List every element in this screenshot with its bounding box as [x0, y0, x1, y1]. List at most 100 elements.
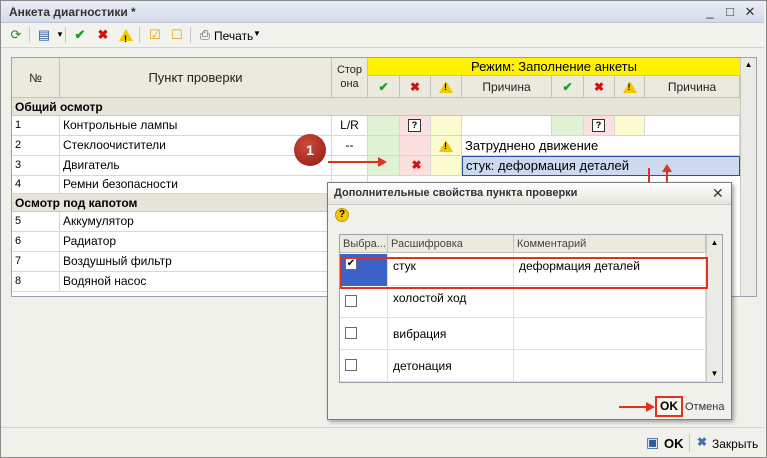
close-icon[interactable]: ✖ — [697, 435, 707, 449]
row-item[interactable]: Водяной насос — [60, 272, 328, 292]
selected-cell[interactable] — [340, 350, 388, 382]
cross-all-icon[interactable]: ✖ — [94, 26, 112, 44]
column-header-comment[interactable]: Комментарий — [514, 235, 706, 253]
fail-cell[interactable]: ✖ — [400, 156, 431, 176]
row-item[interactable]: Контрольные лампы — [60, 116, 332, 136]
warning-icon: ! — [622, 81, 637, 93]
column-header-side[interactable]: Стор она — [332, 58, 368, 98]
mode-header: Режим: Заполнение анкеты — [368, 58, 740, 76]
row-side[interactable]: -- — [332, 136, 368, 156]
column-header-selected[interactable]: Выбра... — [340, 235, 388, 253]
checkbox-empty-icon[interactable]: ☐ — [168, 26, 186, 44]
column-header-decode[interactable]: Расшифровка — [388, 235, 514, 253]
ok-cell[interactable] — [368, 136, 400, 156]
refresh-icon[interactable]: ⟳ — [7, 26, 25, 44]
scroll-up-icon[interactable]: ▲ — [707, 235, 722, 251]
dialog-close-icon[interactable]: ✕ — [712, 185, 724, 202]
footer-separator — [689, 434, 690, 452]
reason-cell[interactable] — [462, 116, 552, 136]
arrow-head-icon — [378, 157, 387, 167]
column-header-number[interactable]: № — [12, 58, 60, 98]
fail-cell-2[interactable]: ? — [584, 116, 615, 136]
arrow-head-icon — [646, 402, 655, 412]
callout-arrow — [328, 161, 378, 163]
warning-icon: ! — [439, 140, 453, 152]
list-scrollbar[interactable]: ▲ ▼ — [706, 235, 722, 382]
row-side[interactable]: L/R — [332, 116, 368, 136]
warning-all-icon[interactable]: ! — [117, 26, 135, 44]
list-item[interactable]: детонация — [340, 350, 706, 382]
save-icon[interactable]: ▣ — [646, 434, 659, 451]
footer-ok-button[interactable]: OK — [664, 436, 684, 451]
check-all-icon[interactable]: ✔ — [71, 26, 89, 44]
reason-cell[interactable]: Затруднено движение — [462, 136, 740, 156]
column-header-item[interactable]: Пункт проверки — [60, 58, 332, 98]
footer-close-button[interactable]: Закрыть — [712, 437, 758, 451]
dialog-cancel-button[interactable]: Отмена — [685, 401, 724, 413]
toolbar-separator — [29, 27, 30, 43]
row-item[interactable]: Стеклоочистители — [60, 136, 332, 156]
fail-cell[interactable] — [400, 136, 431, 156]
printer-icon[interactable]: ⎙ — [196, 26, 214, 44]
list-item[interactable]: вибрация — [340, 318, 706, 350]
dialog-title: Дополнительные свойства пункта проверки — [334, 187, 578, 199]
comment-cell[interactable] — [514, 318, 706, 350]
checkbox[interactable] — [345, 327, 357, 339]
decode-cell[interactable]: холостой ход — [388, 286, 514, 318]
fail-cell[interactable]: ? — [400, 116, 431, 136]
maximize-button[interactable]: □ — [721, 4, 739, 20]
warn-cell[interactable]: ! — [431, 136, 462, 156]
list-item[interactable]: холостой ход — [340, 286, 706, 318]
table-scrollbar[interactable]: ▲ — [740, 58, 756, 296]
row-item[interactable]: Аккумулятор — [60, 212, 328, 232]
question-icon: ? — [592, 119, 605, 132]
scroll-up-icon[interactable]: ▲ — [741, 58, 756, 72]
warn-cell-2[interactable] — [615, 116, 645, 136]
callout-badge: 1 — [294, 134, 326, 166]
group-row-engine-bay[interactable]: Осмотр под капотом — [12, 194, 332, 212]
minimize-button[interactable]: _ — [701, 4, 719, 20]
selected-cell[interactable] — [340, 286, 388, 318]
warn-cell[interactable] — [431, 156, 462, 176]
question-icon: ? — [408, 119, 421, 132]
help-icon[interactable]: ? — [335, 208, 349, 222]
ok-cell-2[interactable] — [552, 116, 584, 136]
row-number: 1 — [12, 116, 60, 136]
comment-cell[interactable] — [514, 286, 706, 318]
bottom-bar: ▣ OK ✖ Закрыть — [1, 427, 764, 457]
checkbox[interactable] — [345, 295, 357, 307]
properties-dialog: Дополнительные свойства пункта проверки … — [327, 182, 732, 420]
cross-icon: ✖ — [593, 80, 605, 94]
decode-cell[interactable]: детонация — [388, 350, 514, 382]
checkbox[interactable] — [345, 359, 357, 371]
row-item[interactable]: Радиатор — [60, 232, 328, 252]
reason-cell-selected[interactable]: стук: деформация деталей — [462, 156, 740, 176]
chevron-down-icon[interactable]: ▼ — [51, 26, 69, 44]
row-item[interactable]: Воздушный фильтр — [60, 252, 328, 272]
row-number: 6 — [12, 232, 60, 252]
decode-cell[interactable]: вибрация — [388, 318, 514, 350]
warn-cell[interactable] — [431, 116, 462, 136]
reason-cell-2[interactable] — [645, 116, 740, 136]
comment-cell[interactable] — [514, 350, 706, 382]
close-window-button[interactable]: ✕ — [741, 4, 759, 20]
selected-cell[interactable] — [340, 318, 388, 350]
scroll-down-icon[interactable]: ▼ — [707, 366, 722, 382]
ok-cell[interactable] — [368, 116, 400, 136]
row-number: 7 — [12, 252, 60, 272]
reason-column-header[interactable]: Причина — [462, 76, 552, 98]
reason-column-header-2[interactable]: Причина — [645, 76, 740, 98]
cross-icon: ✖ — [411, 158, 422, 172]
group-row-general[interactable]: Общий осмотр — [12, 98, 740, 116]
row-item[interactable]: Ремни безопасности — [60, 176, 332, 194]
checkbox-checked-icon[interactable]: ☑ — [146, 26, 164, 44]
row-item[interactable]: Двигатель — [60, 156, 332, 176]
chevron-down-icon[interactable]: ▼ — [253, 29, 261, 38]
row-side[interactable] — [332, 156, 368, 176]
row-number: 2 — [12, 136, 60, 156]
check-icon: ✔ — [562, 80, 573, 94]
warn-column-header-2: ! — [615, 76, 645, 98]
print-button[interactable]: Печать — [214, 29, 253, 43]
row-number: 3 — [12, 156, 60, 176]
dialog-ok-button[interactable]: OK — [655, 396, 683, 417]
